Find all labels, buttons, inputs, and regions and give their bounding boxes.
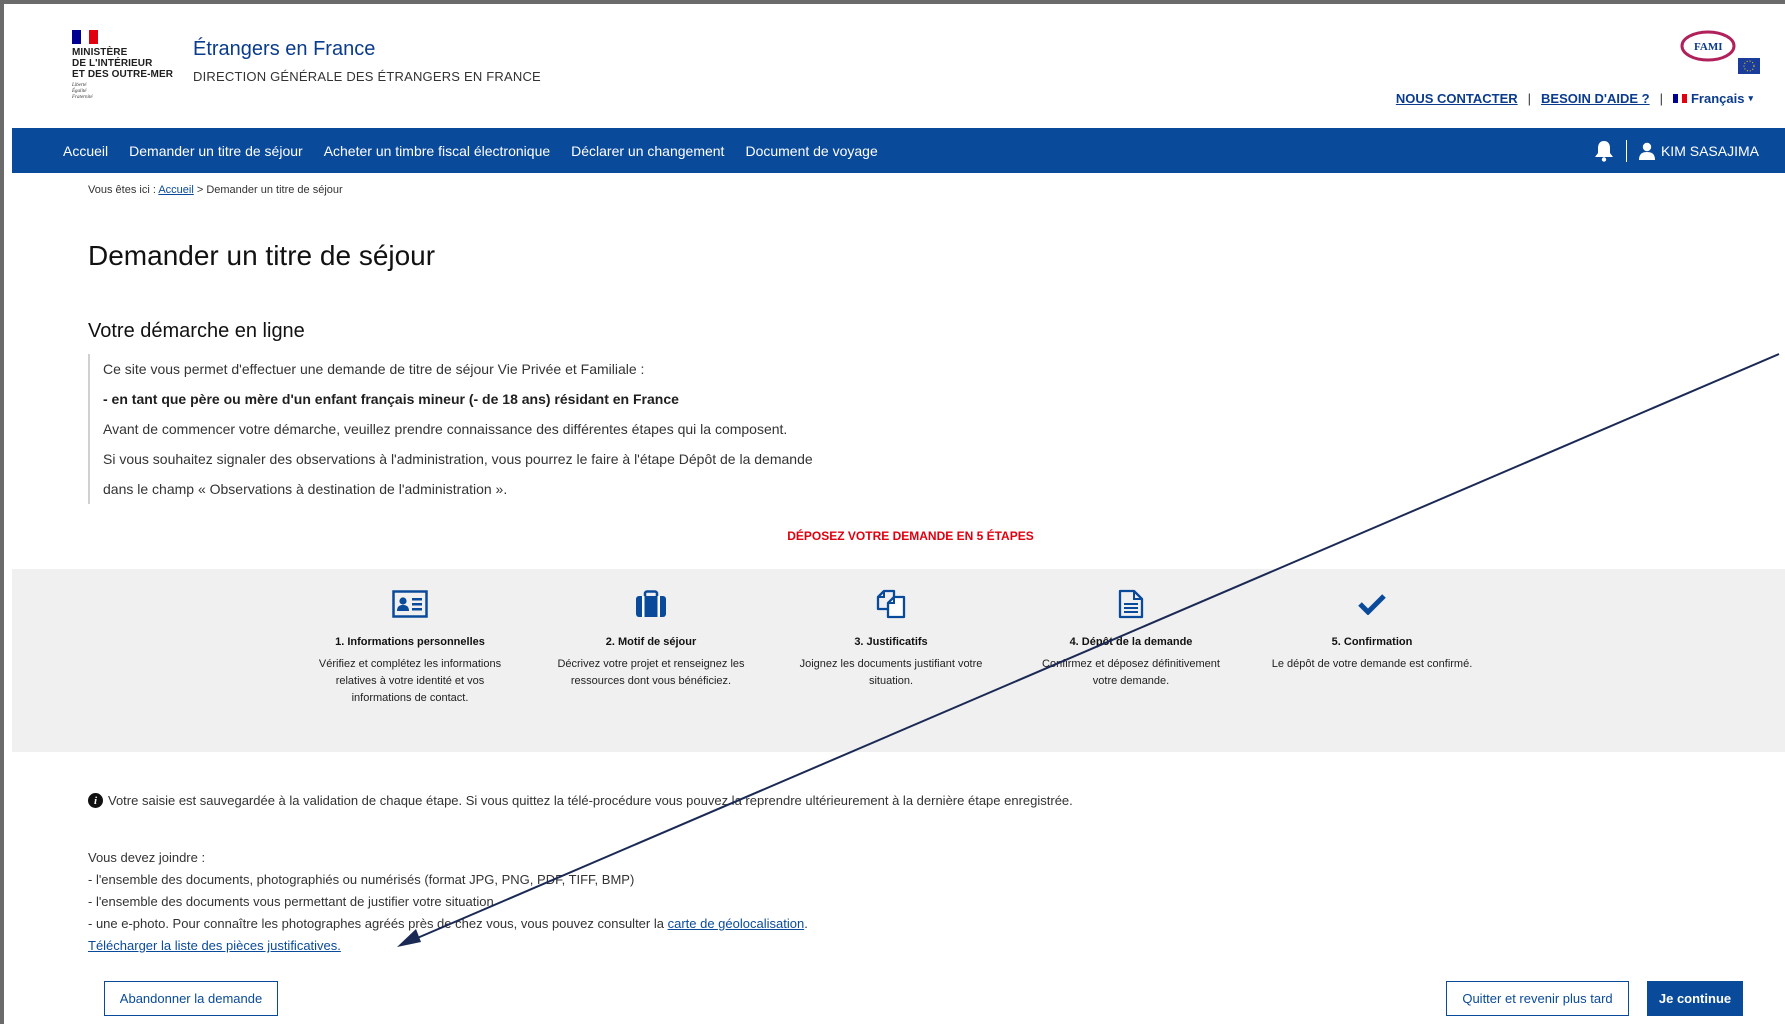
language-label: Français	[1690, 91, 1745, 106]
nav-item-travel-document[interactable]: Document de voyage	[745, 143, 877, 159]
motto-line: Fraternité	[72, 95, 93, 100]
nav-item-tax-stamp[interactable]: Acheter un timbre fiscal électronique	[324, 143, 550, 159]
info-text: Votre saisie est sauvegardée à la valida…	[108, 793, 1073, 808]
checkmark-icon	[1358, 594, 1386, 615]
nav-item-home[interactable]: Accueil	[63, 143, 108, 159]
nav-item-residence-permit[interactable]: Demander un titre de séjour	[129, 143, 303, 159]
step-reason: 2. Motif de séjour Décrivez votre projet…	[546, 569, 756, 690]
bell-icon[interactable]	[1594, 140, 1614, 162]
french-flag-icon	[1672, 94, 1687, 103]
user-name: KIM SASAJIMA	[1660, 142, 1759, 159]
quit-later-button[interactable]: Quitter et revenir plus tard	[1446, 981, 1629, 1016]
breadcrumb-home-link[interactable]: Accueil	[158, 184, 193, 196]
briefcase-icon	[636, 590, 666, 617]
docs-line: - l'ensemble des documents, photographié…	[88, 872, 635, 887]
step-title: 1. Informations personnelles	[335, 636, 485, 648]
step-documents: 3. Justificatifs Joignez les documents j…	[786, 569, 996, 690]
user-icon	[1638, 142, 1655, 160]
intro-line: Avant de commencer votre démarche, veuil…	[103, 421, 788, 437]
step-title: 3. Justificatifs	[854, 636, 928, 648]
fami-logo: FAMI	[1680, 30, 1760, 74]
intro-line-bold: - en tant que père ou mère d'un enfant f…	[103, 391, 679, 407]
step-submission: 4. Dépôt de la demande Confirmez et dépo…	[1026, 569, 1236, 690]
step-personal-info: 1. Informations personnelles Vérifiez et…	[305, 569, 515, 707]
separator: |	[1659, 91, 1663, 106]
site-title[interactable]: Étrangers en France	[193, 38, 375, 61]
intro-line: Ce site vous permet d'effectuer une dema…	[103, 361, 645, 377]
docs-line-text: - une e-photo. Pour connaître les photog…	[88, 916, 668, 931]
steps-heading: DÉPOSEZ VOTRE DEMANDE EN 5 ÉTAPES	[787, 529, 1034, 543]
browser-frame: MINISTÈRE DE L'INTÉRIEUR ET DES OUTRE-ME…	[0, 0, 1785, 1024]
breadcrumb-prefix: Vous êtes ici :	[88, 184, 159, 196]
french-flag-icon	[72, 30, 99, 44]
docs-line: - une e-photo. Pour connaître les photog…	[88, 913, 808, 935]
help-link[interactable]: BESOIN D'AIDE ?	[1541, 91, 1650, 106]
republic-motto: Liberté Égalité Fraternité	[72, 83, 182, 101]
breadcrumb: Vous êtes ici : Accueil > Demander un ti…	[88, 184, 343, 196]
step-description: Décrivez votre projet et renseignez les …	[557, 658, 745, 687]
id-card-icon	[392, 590, 428, 618]
step-confirmation: 5. Confirmation Le dépôt de votre demand…	[1267, 569, 1477, 673]
site-subtitle: DIRECTION GÉNÉRALE DES ÉTRANGERS EN FRAN…	[193, 69, 541, 84]
intro-line: dans le champ « Observations à destinati…	[103, 481, 508, 497]
main-nav: Accueil Demander un titre de séjour Ache…	[12, 128, 1785, 173]
step-description: Vérifiez et complétez les informations r…	[318, 658, 502, 704]
page-title: Demander un titre de séjour	[88, 240, 436, 271]
ministry-line: ET DES OUTRE-MER	[72, 69, 174, 80]
site-header: MINISTÈRE DE L'INTÉRIEUR ET DES OUTRE-ME…	[12, 8, 1785, 128]
step-title: 4. Dépôt de la demande	[1069, 636, 1193, 648]
required-documents: Vous devez joindre : - l'ensemble des do…	[88, 847, 808, 957]
top-links: NOUS CONTACTER | BESOIN D'AIDE ? | Franç…	[1396, 91, 1753, 106]
separator: |	[1527, 91, 1532, 106]
step-description: Confirmez et déposez définitivement votr…	[1042, 658, 1220, 687]
nav-item-declare-change[interactable]: Déclarer un changement	[571, 143, 724, 159]
step-description: Le dépôt de votre demande est confirmé.	[1271, 658, 1473, 670]
breadcrumb-current: > Demander un titre de séjour	[193, 184, 343, 196]
copy-documents-icon	[876, 589, 906, 619]
intro-line: Si vous souhaitez signaler des observati…	[103, 451, 813, 467]
ministry-line: DE L'INTÉRIEUR	[72, 58, 153, 69]
user-menu[interactable]: KIM SASAJIMA	[1638, 142, 1759, 160]
geolocation-map-link[interactable]: carte de géolocalisation	[668, 916, 805, 931]
fami-label: FAMI	[1694, 41, 1723, 53]
ministry-line: MINISTÈRE	[72, 47, 128, 58]
info-icon: i	[88, 793, 103, 808]
steps-band: 1. Informations personnelles Vérifiez et…	[12, 569, 1785, 752]
step-title: 5. Confirmation	[1331, 636, 1413, 648]
step-description: Joignez les documents justifiant votre s…	[799, 658, 983, 687]
continue-button[interactable]: Je continue	[1647, 981, 1743, 1016]
step-title: 2. Motif de séjour	[605, 636, 697, 648]
contact-link[interactable]: NOUS CONTACTER	[1396, 91, 1518, 106]
caret-down-icon: ▾	[1748, 93, 1753, 103]
docs-line-suffix: .	[804, 916, 808, 931]
ministry-name: MINISTÈRE DE L'INTÉRIEUR ET DES OUTRE-ME…	[72, 47, 182, 80]
language-selector[interactable]: Français ▾	[1672, 91, 1753, 106]
ministry-logo[interactable]: MINISTÈRE DE L'INTÉRIEUR ET DES OUTRE-ME…	[72, 30, 182, 101]
nav-divider	[1625, 139, 1627, 162]
docs-line: - l'ensemble des documents vous permetta…	[88, 894, 494, 909]
document-icon	[1118, 589, 1144, 619]
docs-heading: Vous devez joindre :	[88, 850, 206, 865]
intro-text: Ce site vous permet d'effectuer une dema…	[88, 354, 968, 504]
save-info-message: i Votre saisie est sauvegardée à la vali…	[88, 793, 1073, 808]
abandon-button[interactable]: Abandonner la demande	[104, 981, 278, 1016]
download-documents-list-link[interactable]: Télécharger la liste des pièces justific…	[88, 938, 341, 953]
section-title: Votre démarche en ligne	[88, 320, 305, 342]
